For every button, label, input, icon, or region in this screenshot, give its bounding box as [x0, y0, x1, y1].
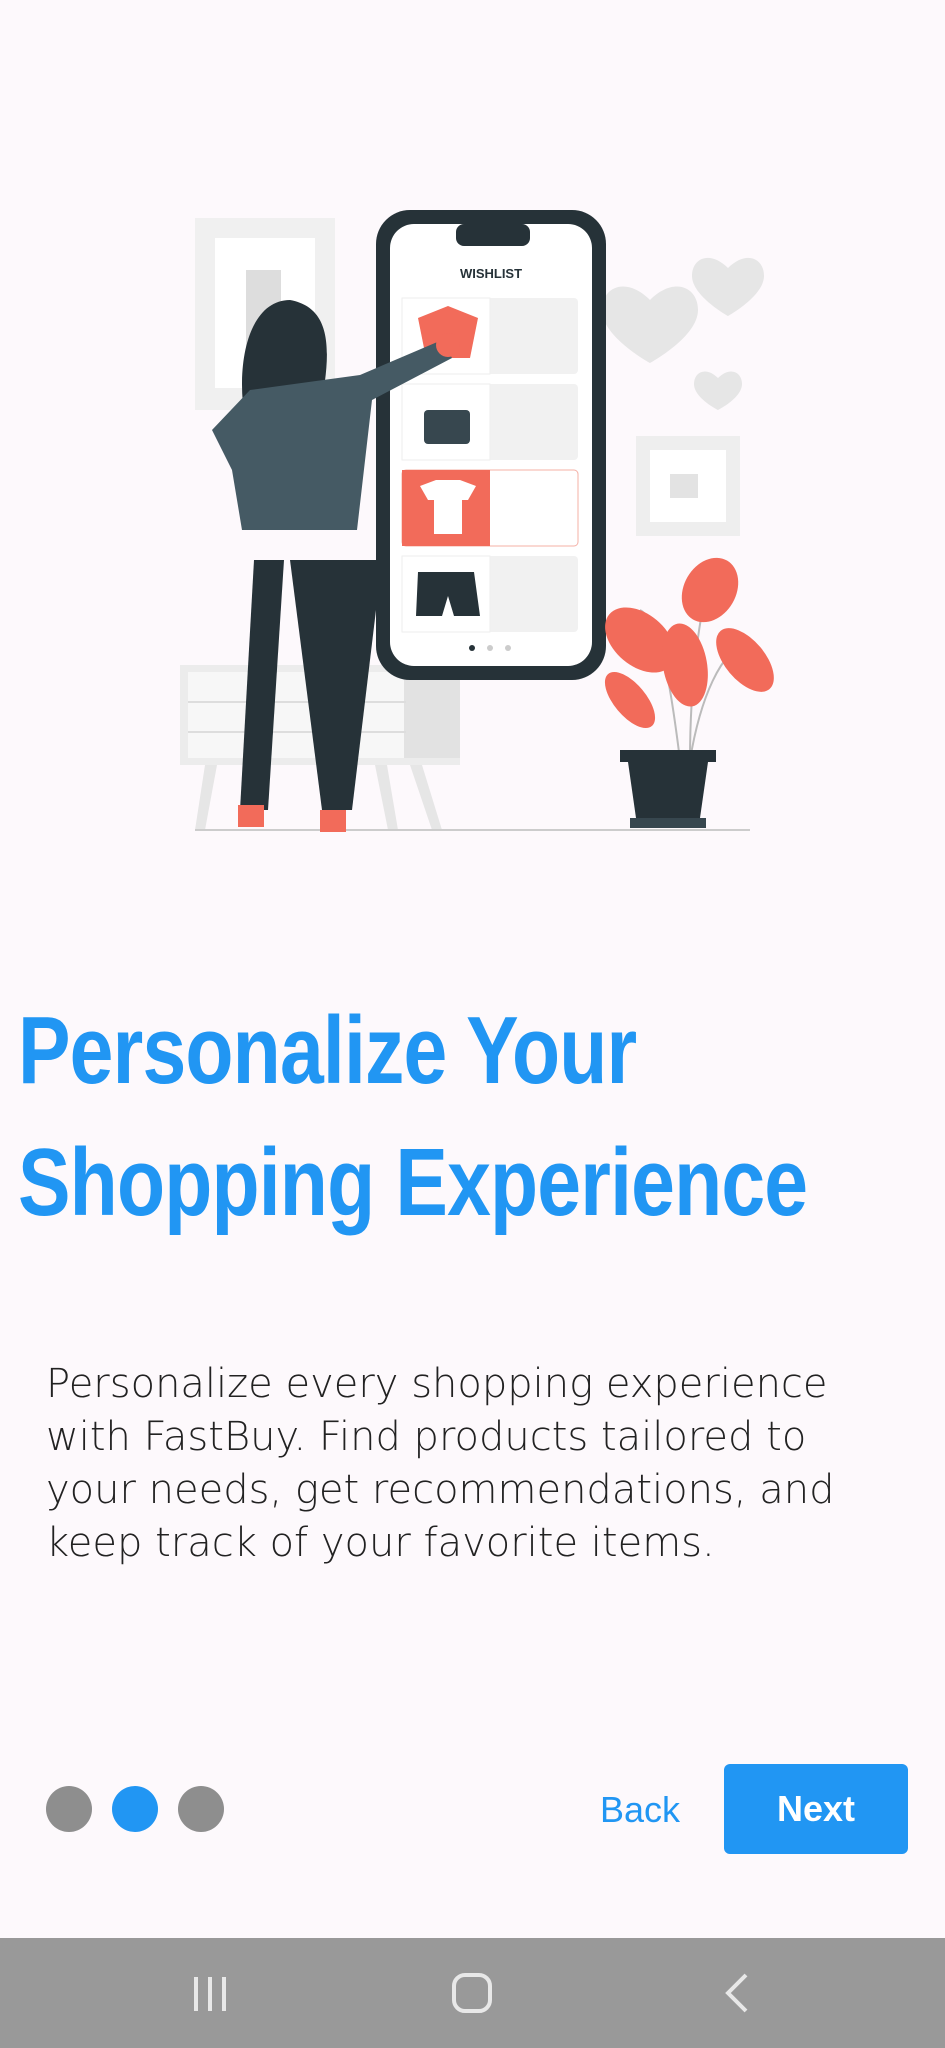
description-text: Personalize every shopping experience wi…: [46, 1361, 835, 1566]
home-button[interactable]: [402, 1938, 542, 2048]
phone-mockup: WISHLIST: [376, 210, 606, 680]
wall-frame-right: [636, 436, 740, 536]
system-navigation-bar: [0, 1938, 945, 2048]
system-back-button[interactable]: [667, 1938, 807, 2048]
handbag-icon: [424, 410, 470, 444]
recent-apps-button[interactable]: [140, 1938, 280, 2048]
page-dot-3: [178, 1786, 224, 1832]
home-icon: [452, 1973, 492, 2013]
page-indicator: [46, 1786, 224, 1832]
shopping-illustration: WISHLIST: [180, 210, 774, 832]
potted-plant: [604, 557, 774, 828]
recent-apps-icon: [194, 1977, 226, 2011]
page-dot-2: [112, 1786, 158, 1832]
page-dot-1: [46, 1786, 92, 1832]
title-line-1: Personalize Your: [18, 997, 637, 1104]
back-icon: [725, 1973, 748, 2013]
title-line-2: Shopping Experience: [18, 1129, 808, 1236]
page-title: Personalize Your Shopping Experience: [18, 985, 808, 1249]
next-button[interactable]: Next: [724, 1764, 908, 1854]
back-button[interactable]: Back: [580, 1765, 700, 1855]
heart-decorations: [602, 257, 764, 410]
phone-wishlist-header: WISHLIST: [460, 266, 522, 281]
